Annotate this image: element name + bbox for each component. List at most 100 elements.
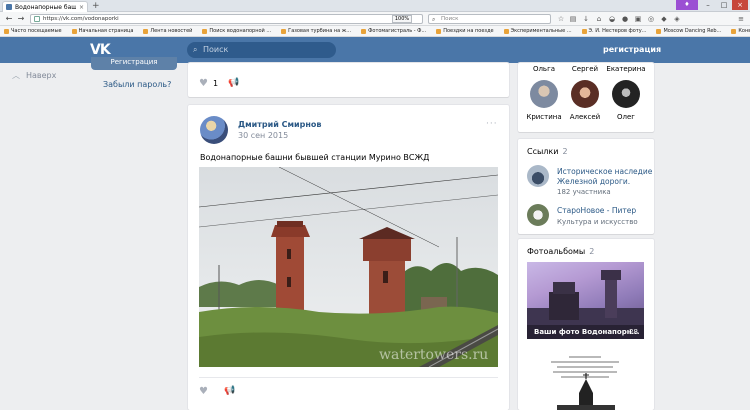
tab-close-icon[interactable]: ×	[79, 4, 84, 11]
album-count: 28	[629, 328, 638, 336]
browser-tab[interactable]: Водонапорные башни Рос... ×	[2, 1, 88, 12]
post-card: ♥ 1 📢	[188, 63, 509, 97]
more-options-icon[interactable]: ···	[486, 119, 498, 129]
vk-search-input[interactable]: ⌕ Поиск	[187, 42, 336, 58]
avatar[interactable]	[612, 80, 640, 108]
maximize-icon[interactable]: □	[716, 0, 732, 10]
links-count: 2	[562, 147, 568, 156]
post-card: Дмитрий Смирнов 30 сен 2015 ··· Водонапо…	[188, 105, 509, 410]
bookmark-item[interactable]: Часто посещаемые	[4, 28, 62, 34]
zoom-level[interactable]: 100%	[392, 15, 412, 23]
bookmark-label: Moscow Dancing Reb...	[663, 28, 722, 34]
url-bar[interactable]: https://vk.com/vodonaporki	[30, 14, 423, 24]
bookmark-label: Конвертирование не...	[738, 28, 750, 34]
vk-search-placeholder: Поиск	[203, 45, 229, 54]
bookmark-icon	[656, 28, 662, 34]
bookmark-label: Фотомагистраль - Ф...	[368, 28, 427, 34]
album-cover[interactable]	[527, 349, 644, 410]
profile-icon[interactable]: ♦	[676, 0, 698, 10]
like-button[interactable]: ♥ 1	[199, 78, 218, 89]
bookmark-icon	[143, 28, 149, 34]
link-subtitle: 182 участника	[557, 188, 611, 196]
pocket-icon[interactable]: ◒	[607, 14, 617, 24]
window-close-icon[interactable]: ×	[732, 0, 748, 10]
bookmark-item[interactable]: Поездки на поезде	[436, 28, 494, 34]
register-button[interactable]: Регистрация	[91, 57, 177, 70]
reading-list-icon[interactable]: ▤	[568, 14, 578, 24]
browser-tab-bar: Водонапорные башни Рос... × + ♦ – □ ×	[0, 0, 750, 12]
post-text: Водонапорные башни бывшей станции Мурино…	[200, 153, 430, 162]
search-icon: ⌕	[432, 16, 436, 23]
friend-name[interactable]: Олег	[605, 113, 647, 121]
bookmark-item[interactable]: Фотомагистраль - Ф...	[361, 28, 426, 34]
bookmark-label: Часто посещаемые	[11, 28, 62, 34]
avatar[interactable]	[200, 116, 228, 144]
bookmark-item[interactable]: Конвертирование не...	[731, 28, 750, 34]
search-icon: ⌕	[193, 45, 198, 54]
back-to-top-label: Наверх	[26, 71, 57, 80]
avatar[interactable]	[530, 80, 558, 108]
friend-name[interactable]: Сергей	[564, 65, 606, 73]
bookmark-icon	[4, 28, 9, 34]
vk-logo[interactable]: VK	[90, 43, 111, 57]
bookmarks-bar: Часто посещаемые Начальная страница Лента …	[0, 26, 750, 37]
new-tab-button[interactable]: +	[92, 1, 100, 11]
friend-name[interactable]: Алексей	[564, 113, 606, 121]
back-to-top-link[interactable]: ︿ Наверх	[12, 70, 56, 81]
albums-count: 2	[589, 247, 595, 256]
forward-arrow-icon[interactable]: →	[16, 14, 26, 24]
avatar[interactable]	[571, 80, 599, 108]
albums-title-label: Фотоальбомы	[527, 247, 586, 256]
url-text: https://vk.com/vodonaporki	[43, 16, 119, 22]
friend-name[interactable]: Кристина	[523, 113, 565, 121]
bookmark-label: Лента новостей	[150, 28, 193, 34]
friend-name[interactable]: Ольга	[523, 65, 565, 73]
minimize-icon[interactable]: –	[700, 0, 716, 10]
bookmark-item[interactable]: Газовая турбина на ж...	[281, 28, 351, 34]
menu-icon[interactable]: ≡	[736, 14, 746, 24]
link-thumbnail[interactable]	[527, 165, 549, 187]
post-photo[interactable]: watertowers.ru	[199, 167, 498, 367]
download-icon[interactable]: ↓	[581, 14, 591, 24]
albums-block: Фотоальбомы 2 Ваши фото Водонапорн... 28	[518, 239, 654, 410]
albums-title[interactable]: Фотоальбомы 2	[527, 247, 594, 256]
bookmark-item[interactable]: Лента новостей	[143, 28, 192, 34]
browser-search-placeholder: Поиск	[441, 16, 459, 22]
like-count: 1	[212, 79, 219, 88]
header-register-link[interactable]: регистрация	[603, 45, 661, 54]
share-icon[interactable]: 📢	[228, 78, 239, 88]
heart-icon[interactable]: ♥	[199, 386, 208, 397]
bookmark-item[interactable]: Moscow Dancing Reb...	[656, 28, 721, 34]
link-title[interactable]: СтароНовое - Питер	[557, 206, 657, 216]
extension-icon[interactable]: ◆	[659, 14, 669, 24]
sync-icon[interactable]: ◎	[646, 14, 656, 24]
forgot-password-link[interactable]: Забыли пароль?	[103, 80, 171, 89]
bookmark-label: Поездки на поезде	[443, 28, 494, 34]
browser-search-input[interactable]: ⌕ Поиск	[428, 14, 551, 24]
browser-nav-bar: ← → https://vk.com/vodonaporki 100% ⌕ По…	[0, 12, 750, 26]
shield-icon[interactable]: ◈	[672, 14, 682, 24]
bookmark-item[interactable]: Начальная страница	[71, 28, 133, 34]
link-title[interactable]: Историческое наследие Железной дороги.	[557, 167, 657, 187]
bookmark-item[interactable]: Поиск водонапорной ...	[202, 28, 271, 34]
post-author[interactable]: Дмитрий Смирнов	[238, 120, 321, 129]
share-icon[interactable]: 📢	[224, 386, 235, 396]
bookmark-item[interactable]: Экспериментальные ...	[503, 28, 572, 34]
links-title[interactable]: Ссылки 2	[527, 147, 568, 156]
church-silhouette	[557, 373, 615, 410]
friend-name[interactable]: Екатерина	[605, 65, 647, 73]
star-icon[interactable]: ☆	[556, 14, 566, 24]
addon-icon[interactable]: ●	[620, 14, 630, 24]
bookmark-label: Газовая турбина на ж...	[288, 28, 352, 34]
link-thumbnail[interactable]	[527, 204, 549, 226]
home-icon[interactable]: ⌂	[594, 14, 604, 24]
album-caption: Ваши фото Водонапорн...	[527, 325, 644, 339]
chevron-up-icon: ︿	[12, 71, 20, 80]
post-date[interactable]: 30 сен 2015	[238, 131, 288, 140]
bookmark-label: Поиск водонапорной ...	[209, 28, 272, 34]
back-arrow-icon[interactable]: ←	[4, 14, 14, 24]
heart-icon: ♥	[199, 78, 208, 89]
album-cover[interactable]: Ваши фото Водонапорн... 28	[527, 262, 644, 339]
bookmark-item[interactable]: Э. И. Нестеров фоту...	[581, 28, 646, 34]
screenshot-icon[interactable]: ▣	[633, 14, 643, 24]
